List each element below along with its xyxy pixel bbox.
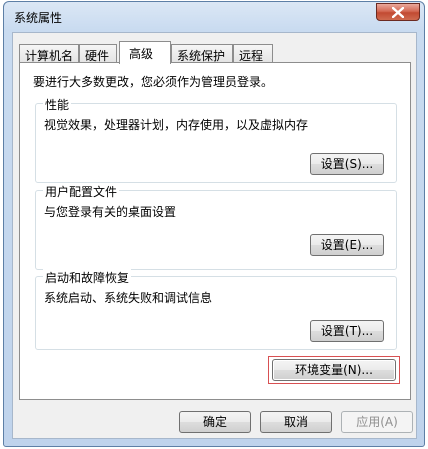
window-title: 系统属性 (14, 11, 63, 25)
close-button[interactable] (376, 3, 420, 21)
performance-description: 视觉效果，处理器计划，内存使用，以及虚拟内存 (44, 118, 309, 132)
close-x-icon (392, 7, 404, 18)
ok-button[interactable]: 确定 (179, 411, 251, 433)
admin-note: 要进行大多数更改，您必须作为管理员登录。 (33, 75, 274, 89)
user-profiles-group-title: 用户配置文件 (43, 183, 120, 200)
advanced-tab-panel: 要进行大多数更改，您必须作为管理员登录。 性能 视觉效果，处理器计划，内存使用，… (19, 62, 411, 400)
performance-settings-button[interactable]: 设置(S)... (310, 153, 384, 175)
environment-variables-button[interactable]: 环境变量(N)... (272, 359, 396, 381)
tab-advanced[interactable]: 高级 (119, 41, 171, 64)
apply-button[interactable]: 应用(A) (341, 411, 413, 433)
user-profiles-group: 用户配置文件 与您登录有关的桌面设置 设置(E)... (35, 183, 397, 270)
tab-system-protection[interactable]: 系统保护 (171, 44, 233, 63)
cancel-button[interactable]: 取消 (260, 411, 332, 433)
user-profiles-description: 与您登录有关的桌面设置 (44, 205, 177, 219)
tab-remote[interactable]: 远程 (233, 44, 273, 63)
startup-recovery-settings-button[interactable]: 设置(T)... (310, 320, 384, 342)
title-bar[interactable]: 系统属性 (4, 2, 424, 30)
performance-group: 性能 视觉效果，处理器计划，内存使用，以及虚拟内存 设置(S)... (35, 96, 397, 183)
performance-group-title: 性能 (43, 96, 72, 113)
system-properties-window: 系统属性 计算机名 硬件 高级 系统保护 远程 要进行大多数更改，您必须作为管理… (3, 1, 425, 447)
startup-recovery-description: 系统启动、系统失败和调试信息 (44, 291, 213, 305)
startup-recovery-group: 启动和故障恢复 系统启动、系统失败和调试信息 设置(T)... (35, 269, 397, 350)
tab-hardware[interactable]: 硬件 (79, 44, 117, 63)
startup-recovery-group-title: 启动和故障恢复 (43, 269, 132, 286)
dialog-client-area: 计算机名 硬件 高级 系统保护 远程 要进行大多数更改，您必须作为管理员登录。 … (12, 32, 417, 439)
tab-computer-name[interactable]: 计算机名 (19, 44, 79, 63)
user-profiles-settings-button[interactable]: 设置(E)... (310, 234, 384, 256)
